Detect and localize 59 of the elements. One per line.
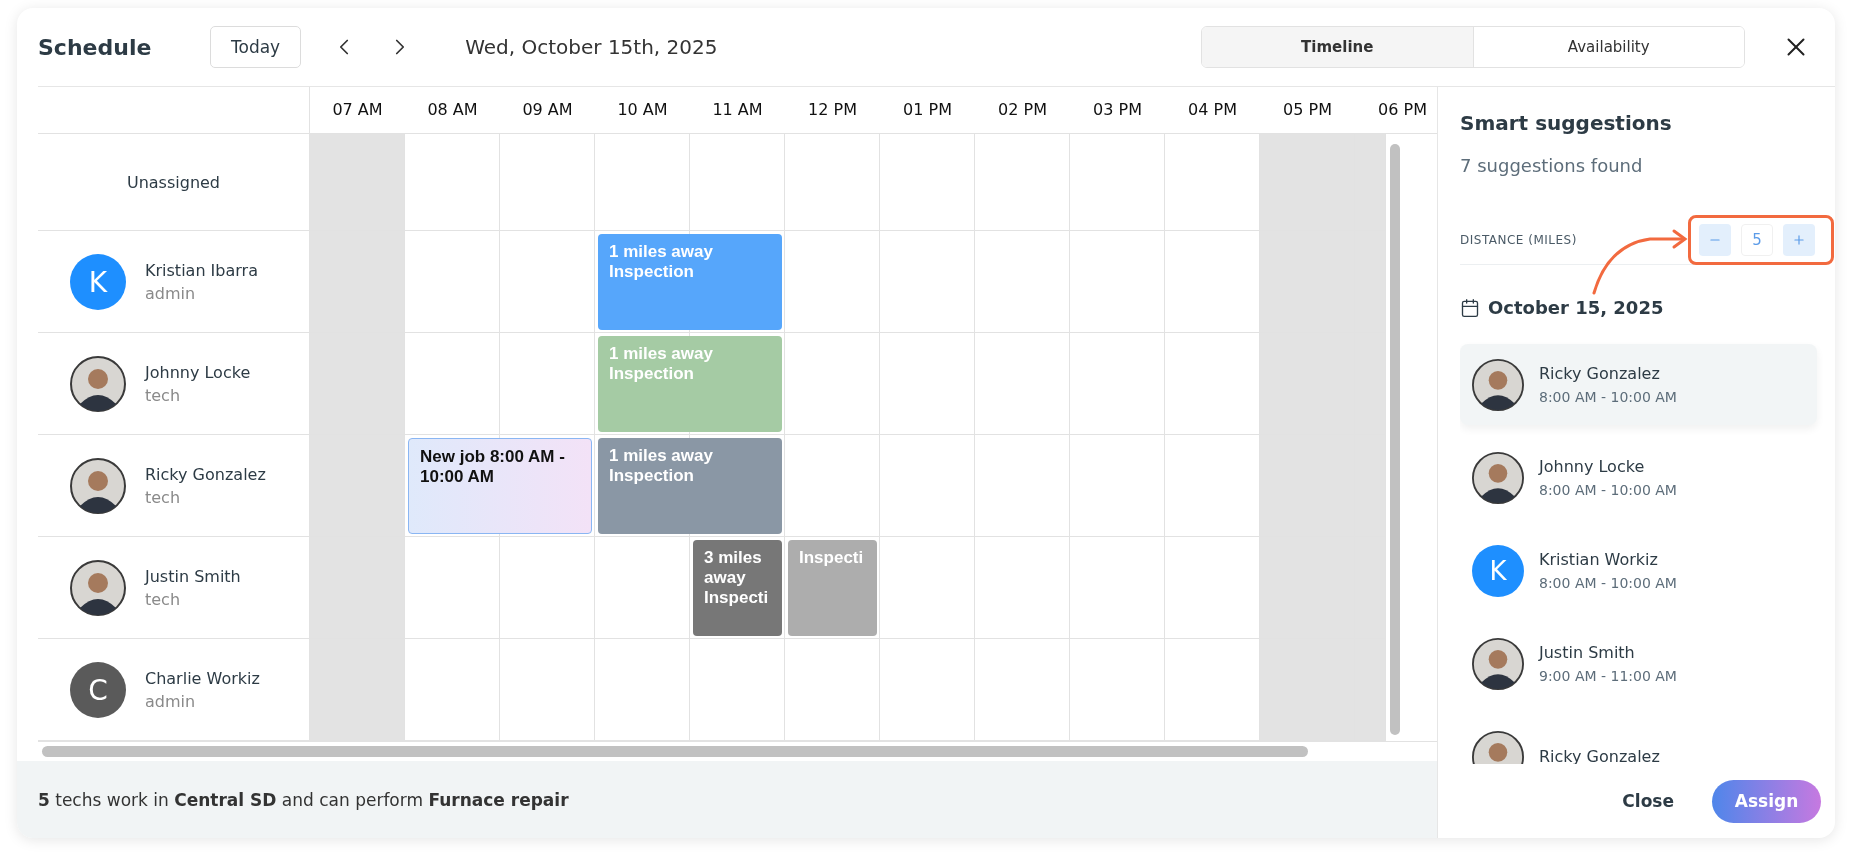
person-avatar-icon — [70, 458, 126, 514]
calendar-icon — [1460, 297, 1480, 318]
person-avatar-icon — [1472, 637, 1524, 690]
decrease-button[interactable] — [1699, 224, 1731, 256]
tech-name: Justin Smith — [145, 567, 241, 586]
hour-label: 10 AM — [616, 99, 669, 121]
vertical-scrollbar[interactable] — [1389, 144, 1400, 735]
hour-label: 08 AM — [426, 99, 479, 121]
suggestion-time: 8:00 AM - 10:00 AM — [1539, 482, 1677, 498]
hour-label: 07 AM — [331, 99, 384, 121]
schedule-title: Schedule — [38, 34, 153, 60]
suggestions-count: 7 suggestions found — [1460, 155, 1644, 176]
tech-role: admin — [145, 692, 197, 711]
person-avatar-icon — [70, 356, 126, 412]
suggestion-name: Kristian Workiz — [1539, 550, 1659, 569]
today-button[interactable]: Today — [210, 26, 302, 68]
person-avatar-icon — [70, 560, 126, 616]
suggestion-name: Justin Smith — [1539, 643, 1636, 662]
hour-label: 05 PM — [1282, 99, 1333, 121]
hour-label: 03 PM — [1092, 99, 1143, 121]
distance-label: DISTANCE (MILES) — [1460, 233, 1577, 247]
increase-button[interactable] — [1783, 224, 1815, 256]
panel-title: Smart suggestions — [1460, 111, 1673, 135]
avatar: K — [70, 254, 126, 310]
tech-name: Charlie Workiz — [145, 669, 260, 688]
hour-label: 06 PM — [1377, 99, 1428, 121]
new-job-block[interactable]: New job 8:00 AM - 10:00 AM — [408, 438, 592, 534]
tech-role: admin — [145, 284, 197, 303]
hour-label: 11 AM — [711, 99, 764, 121]
tech-name: Ricky Gonzalez — [145, 465, 266, 484]
tech-role: tech — [145, 590, 182, 609]
person-avatar-icon — [1472, 358, 1524, 411]
suggestion-time: 9:00 AM - 11:00 AM — [1539, 668, 1677, 684]
person-avatar-icon — [1472, 451, 1524, 504]
job-block[interactable]: 3 miles away Inspecti — [693, 540, 782, 636]
hour-label: 09 AM — [521, 99, 574, 121]
avatar: K — [1472, 544, 1524, 597]
current-date: Wed, October 15th, 2025 — [465, 35, 719, 59]
close-button[interactable]: Close — [1616, 790, 1680, 812]
hour-label: 01 PM — [902, 99, 953, 121]
view-tab[interactable]: Timeline — [1202, 27, 1474, 67]
horizontal-scrollbar[interactable] — [42, 746, 1308, 757]
avatar: C — [70, 662, 126, 718]
tech-name: Kristian Ibarra — [145, 261, 258, 280]
suggestions-date: October 15, 2025 — [1488, 297, 1664, 318]
suggestion-name: Johnny Locke — [1539, 457, 1646, 476]
tech-role: tech — [145, 488, 182, 507]
unassigned-label: Unassigned — [126, 173, 221, 192]
suggestion-time: 8:00 AM - 10:00 AM — [1539, 389, 1677, 405]
tech-role: tech — [145, 386, 182, 405]
hour-label: 12 PM — [807, 99, 858, 121]
plus-icon — [1792, 233, 1806, 247]
suggestion-name: Ricky Gonzalez — [1539, 364, 1661, 383]
suggestion-item[interactable]: Ricky Gonzalez 8:00 AM - 10:00 AM — [1460, 344, 1817, 425]
suggestion-time: 8:00 AM - 10:00 AM — [1539, 575, 1677, 591]
hour-label: 04 PM — [1187, 99, 1238, 121]
hour-label: 02 PM — [997, 99, 1048, 121]
tech-name: Johnny Locke — [145, 363, 251, 382]
summary-text: 5 techs work in Central SD and can perform Furnace repair — [38, 789, 569, 810]
